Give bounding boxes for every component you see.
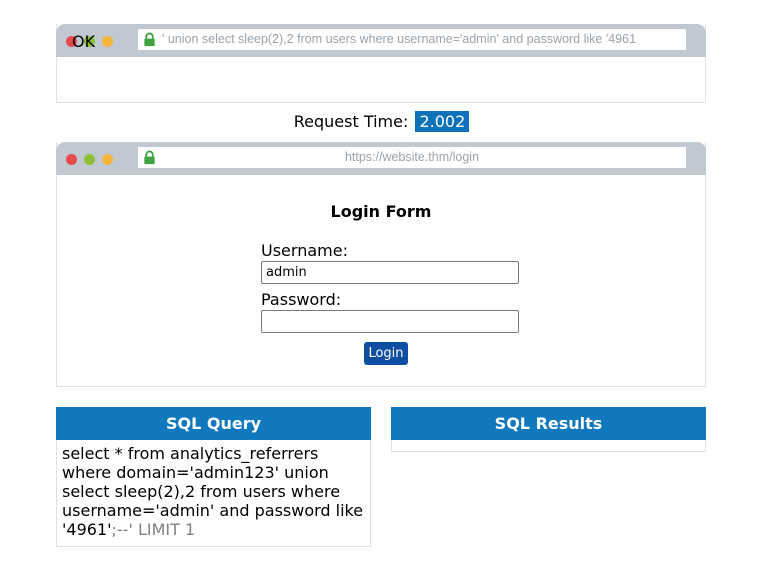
lock-icon xyxy=(144,32,155,47)
minimize-dot-icon[interactable] xyxy=(102,154,113,165)
sql-query-text: select * from analytics_referrers where … xyxy=(57,440,370,543)
address-bar[interactable]: ' union select sleep(2),2 from users whe… xyxy=(138,29,686,50)
username-label: Username: xyxy=(261,241,348,260)
password-label: Password: xyxy=(261,290,342,309)
password-input[interactable] xyxy=(261,310,519,333)
login-form-title: Login Form xyxy=(330,202,432,221)
query-comment: ;--' LIMIT 1 xyxy=(111,520,196,539)
sql-query-header: SQL Query xyxy=(56,407,371,440)
query-line: select sleep(2),2 from users where xyxy=(62,482,341,501)
maximize-dot-icon[interactable] xyxy=(84,154,95,165)
lock-icon xyxy=(144,150,155,165)
request-time-value: 2.002 xyxy=(415,111,470,132)
browser-chrome: ' union select sleep(2),2 from users whe… xyxy=(56,24,706,57)
username-input[interactable]: admin xyxy=(261,261,519,284)
query-line: where domain='admin123' union xyxy=(62,463,329,482)
address-url: ' union select sleep(2),2 from users whe… xyxy=(162,32,637,46)
login-browser-window: https://website.thm/login Login Form Use… xyxy=(56,142,706,387)
minimize-dot-icon[interactable] xyxy=(102,36,113,47)
close-dot-icon[interactable] xyxy=(66,154,77,165)
address-bar[interactable]: https://website.thm/login xyxy=(138,147,686,168)
address-url: https://website.thm/login xyxy=(344,150,480,164)
query-line: username='admin' and password like xyxy=(62,501,364,520)
result-browser-window: ' union select sleep(2),2 from users whe… xyxy=(56,24,706,103)
sql-results-header: SQL Results xyxy=(391,407,706,440)
request-time-label: Request Time: xyxy=(293,112,409,131)
sql-results-panel: SQL Results xyxy=(391,407,706,452)
request-time: Request Time: 2.002 xyxy=(0,111,763,132)
query-line: '4961';--' LIMIT 1 xyxy=(62,520,365,539)
query-value: '4961' xyxy=(62,520,112,539)
login-button[interactable]: Login xyxy=(364,342,408,365)
sql-query-panel: SQL Query select * from analytics_referr… xyxy=(56,407,371,547)
browser-chrome: https://website.thm/login xyxy=(56,142,706,175)
query-line: select * from analytics_referrers xyxy=(62,444,319,463)
response-output: OK xyxy=(72,32,96,51)
